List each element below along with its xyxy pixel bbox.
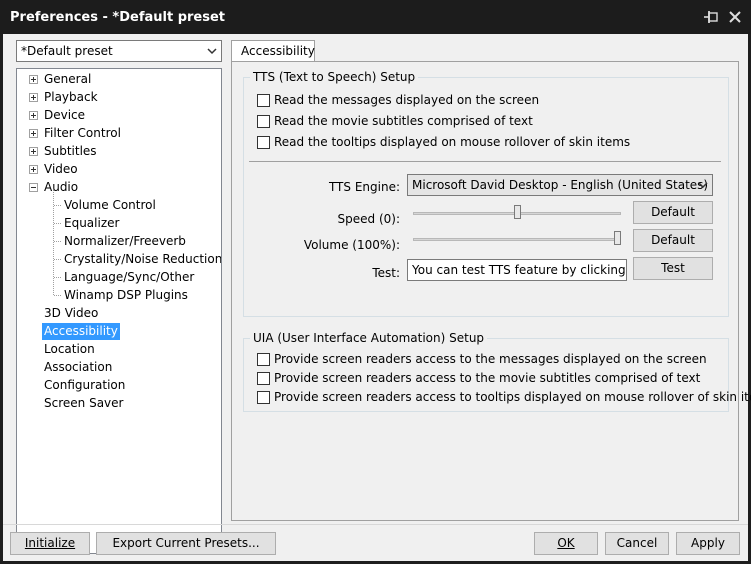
export-presets-button[interactable]: Export Current Presets... xyxy=(96,532,276,555)
tree-item[interactable]: Volume Control xyxy=(64,197,156,214)
speed-label: Speed (0): xyxy=(337,212,400,226)
tab-accessibility-label: Accessibility xyxy=(241,44,315,58)
ok-button-label: OK xyxy=(557,536,575,550)
close-icon[interactable] xyxy=(727,9,743,25)
uia-setup-legend: UIA (User Interface Automation) Setup xyxy=(250,331,488,345)
tts-engine-dropdown[interactable]: Microsoft David Desktop - English (Unite… xyxy=(407,174,713,196)
tab-accessibility[interactable]: Accessibility xyxy=(231,40,315,62)
tree-item[interactable]: Crystality/Noise Reduction xyxy=(64,251,221,268)
tree-item[interactable]: Location xyxy=(44,341,95,358)
cancel-button-label: Cancel xyxy=(616,536,658,550)
tts-setup-legend: TTS (Text to Speech) Setup xyxy=(250,70,419,84)
tree-item[interactable]: General xyxy=(44,71,91,88)
tree-item[interactable]: Playback xyxy=(44,89,98,106)
speed-default-button[interactable]: Default xyxy=(633,201,713,224)
speed-slider[interactable] xyxy=(413,205,621,221)
checkbox-box xyxy=(257,391,270,404)
tree-item[interactable]: Subtitles xyxy=(44,143,97,160)
export-presets-button-label: Export Current Presets... xyxy=(112,536,260,550)
checkbox-label: Read the movie subtitles comprised of te… xyxy=(274,114,533,128)
checkbox-box xyxy=(257,115,270,128)
test-text-field[interactable]: You can test TTS feature by clicking tes… xyxy=(407,259,627,281)
initialize-button-label: Initialize xyxy=(24,536,76,550)
preset-dropdown[interactable]: *Default preset xyxy=(16,40,222,62)
tree-item[interactable]: Configuration xyxy=(44,377,125,394)
checkbox-box xyxy=(257,372,270,385)
checkbox-label: Read the tooltips displayed on mouse rol… xyxy=(274,135,631,149)
volume-slider[interactable] xyxy=(413,231,621,247)
ok-button[interactable]: OK xyxy=(534,532,598,555)
button-bar: Initialize Export Current Presets... OK … xyxy=(3,524,748,561)
uia-setup-group: UIA (User Interface Automation) Setup Pr… xyxy=(243,331,751,412)
tree-item[interactable]: Device xyxy=(44,107,85,124)
expand-plus-icon[interactable] xyxy=(29,165,38,174)
speed-slider-thumb[interactable] xyxy=(514,205,521,219)
window-title: Preferences - *Default preset xyxy=(10,10,226,25)
preset-dropdown-value: *Default preset xyxy=(21,44,113,58)
expand-plus-icon[interactable] xyxy=(29,93,38,102)
tts-engine-value: Microsoft David Desktop - English (Unite… xyxy=(412,178,709,192)
checkbox-label: Read the messages displayed on the scree… xyxy=(274,93,540,107)
checkbox-box xyxy=(257,136,270,149)
tree-item[interactable]: Video xyxy=(44,161,78,178)
dialog-client: *Default preset General Playback Device Fil… xyxy=(3,34,751,561)
test-button[interactable]: Test xyxy=(633,257,713,280)
tree-item[interactable]: Accessibility xyxy=(42,323,120,340)
expand-plus-icon[interactable] xyxy=(29,111,38,120)
accessibility-panel: TTS (Text to Speech) Setup Read the mess… xyxy=(231,61,751,521)
checkbox-label: Provide screen readers access to tooltip… xyxy=(274,390,751,404)
tree-item[interactable]: Normalizer/Freeverb xyxy=(64,233,186,250)
volume-slider-track xyxy=(413,238,621,241)
tree-item[interactable]: Language/Sync/Other xyxy=(64,269,194,286)
apply-button[interactable]: Apply xyxy=(676,532,740,555)
tree-item[interactable]: Screen Saver xyxy=(44,395,123,412)
tts-engine-label: TTS Engine: xyxy=(328,180,400,194)
checkbox-label: Provide screen readers access to the mes… xyxy=(274,352,707,366)
tts-setup-group: TTS (Text to Speech) Setup Read the mess… xyxy=(243,70,729,317)
tree-item[interactable]: 3D Video xyxy=(44,305,98,322)
cancel-button[interactable]: Cancel xyxy=(605,532,669,555)
initialize-button[interactable]: Initialize xyxy=(10,532,90,555)
chevron-down-icon xyxy=(207,48,217,55)
expand-plus-icon[interactable] xyxy=(29,129,38,138)
collapse-minus-icon[interactable] xyxy=(29,183,38,192)
apply-button-label: Apply xyxy=(691,536,725,550)
tree-item[interactable]: Winamp DSP Plugins xyxy=(64,287,188,304)
test-text-value: You can test TTS feature by clicking tes… xyxy=(412,263,626,277)
tree-item[interactable]: Equalizer xyxy=(64,215,119,232)
tree-item[interactable]: Audio xyxy=(44,179,78,196)
volume-default-button[interactable]: Default xyxy=(633,229,713,252)
volume-slider-thumb[interactable] xyxy=(614,231,621,245)
tree-item[interactable]: Filter Control xyxy=(44,125,121,142)
expand-plus-icon[interactable] xyxy=(29,147,38,156)
chevron-down-icon xyxy=(698,182,708,189)
title-bar: Preferences - *Default preset xyxy=(0,0,751,34)
checkbox-label: Provide screen readers access to the mov… xyxy=(274,371,701,385)
checkbox-box xyxy=(257,94,270,107)
volume-label: Volume (100%): xyxy=(303,238,400,252)
tree-item[interactable]: Association xyxy=(44,359,112,376)
pin-icon[interactable] xyxy=(703,9,719,25)
test-label: Test: xyxy=(372,266,400,280)
checkbox-box xyxy=(257,353,270,366)
expand-plus-icon[interactable] xyxy=(29,75,38,84)
category-tree[interactable]: General Playback Device Filter Control Subti… xyxy=(16,68,222,554)
tts-separator xyxy=(249,161,721,162)
